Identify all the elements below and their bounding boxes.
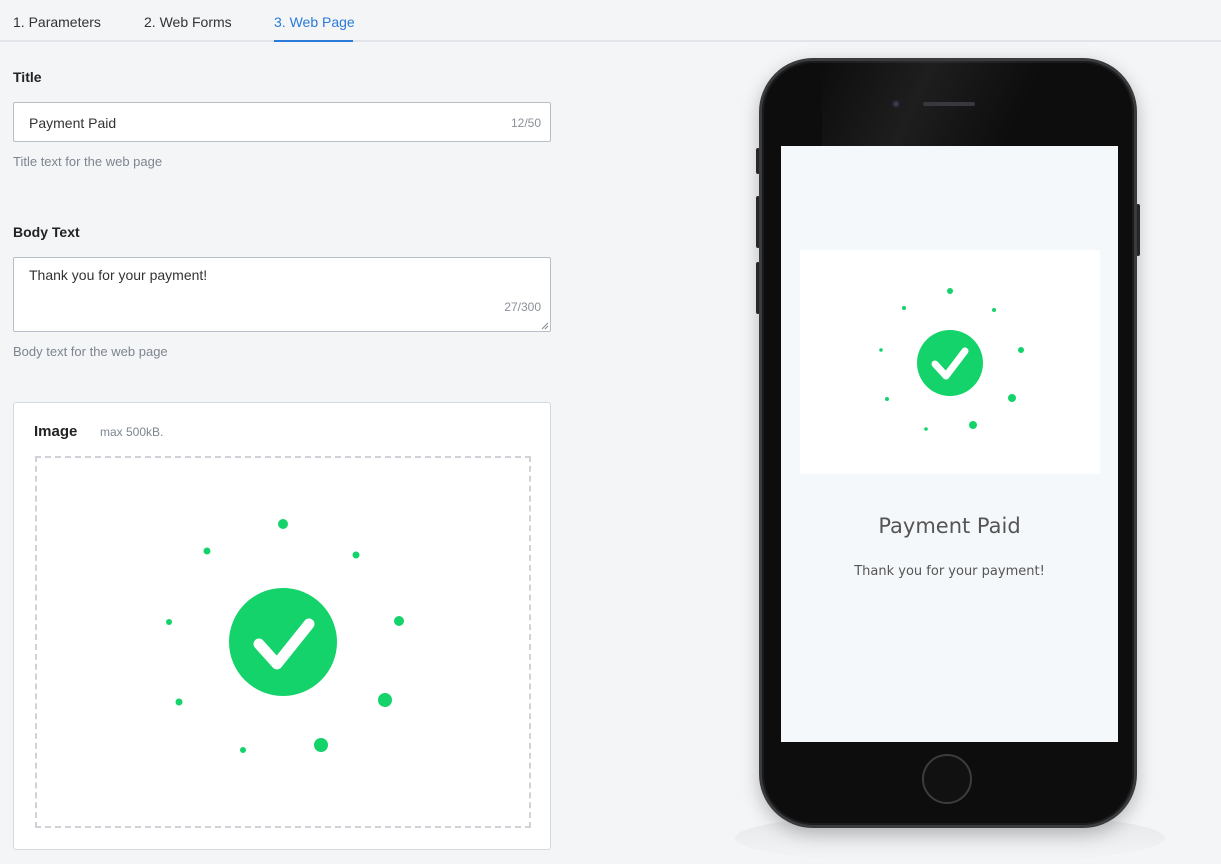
body-text-label: Body Text [13,224,80,240]
body-help-text: Body text for the web page [13,344,168,359]
title-char-counter: 12/50 [510,116,541,130]
title-label: Title [13,69,42,85]
phone-camera-icon [892,100,900,108]
preview-title: Payment Paid [878,514,1021,538]
title-input[interactable]: Payment Paid 12/50 [13,102,551,142]
resize-handle-icon[interactable] [541,322,549,330]
tab-parameters[interactable]: 1. Parameters [13,14,101,30]
preview-body-text: Thank you for your payment! [854,564,1045,579]
body-char-counter: 27/300 [504,300,541,314]
body-text-value: Thank you for your payment! [29,267,208,283]
tab-web-forms[interactable]: 2. Web Forms [144,14,232,30]
body-text-input[interactable]: Thank you for your payment! 27/300 [13,257,551,332]
image-upload-card: Image max 500kB. [13,402,551,850]
image-size-hint: max 500kB. [100,425,164,439]
phone-glare [822,61,1134,151]
success-check-icon [166,519,404,753]
phone-speaker [923,102,975,106]
preview-success-check-icon [879,288,1024,431]
image-dropzone[interactable] [35,456,531,828]
web-page-editor: 1. Parameters 2. Web Forms 3. Web Page T… [0,0,1221,864]
step-tabs: 1. Parameters 2. Web Forms 3. Web Page [0,0,1221,42]
title-help-text: Title text for the web page [13,154,163,169]
active-tab-indicator [274,40,353,42]
image-label: Image [34,423,78,440]
phone-screen: Payment Paid Thank you for your payment! [781,146,1118,742]
preview-image-card [800,250,1100,474]
title-input-value: Payment Paid [29,115,117,131]
phone-home-button [922,754,972,804]
tab-web-page[interactable]: 3. Web Page [274,14,355,30]
